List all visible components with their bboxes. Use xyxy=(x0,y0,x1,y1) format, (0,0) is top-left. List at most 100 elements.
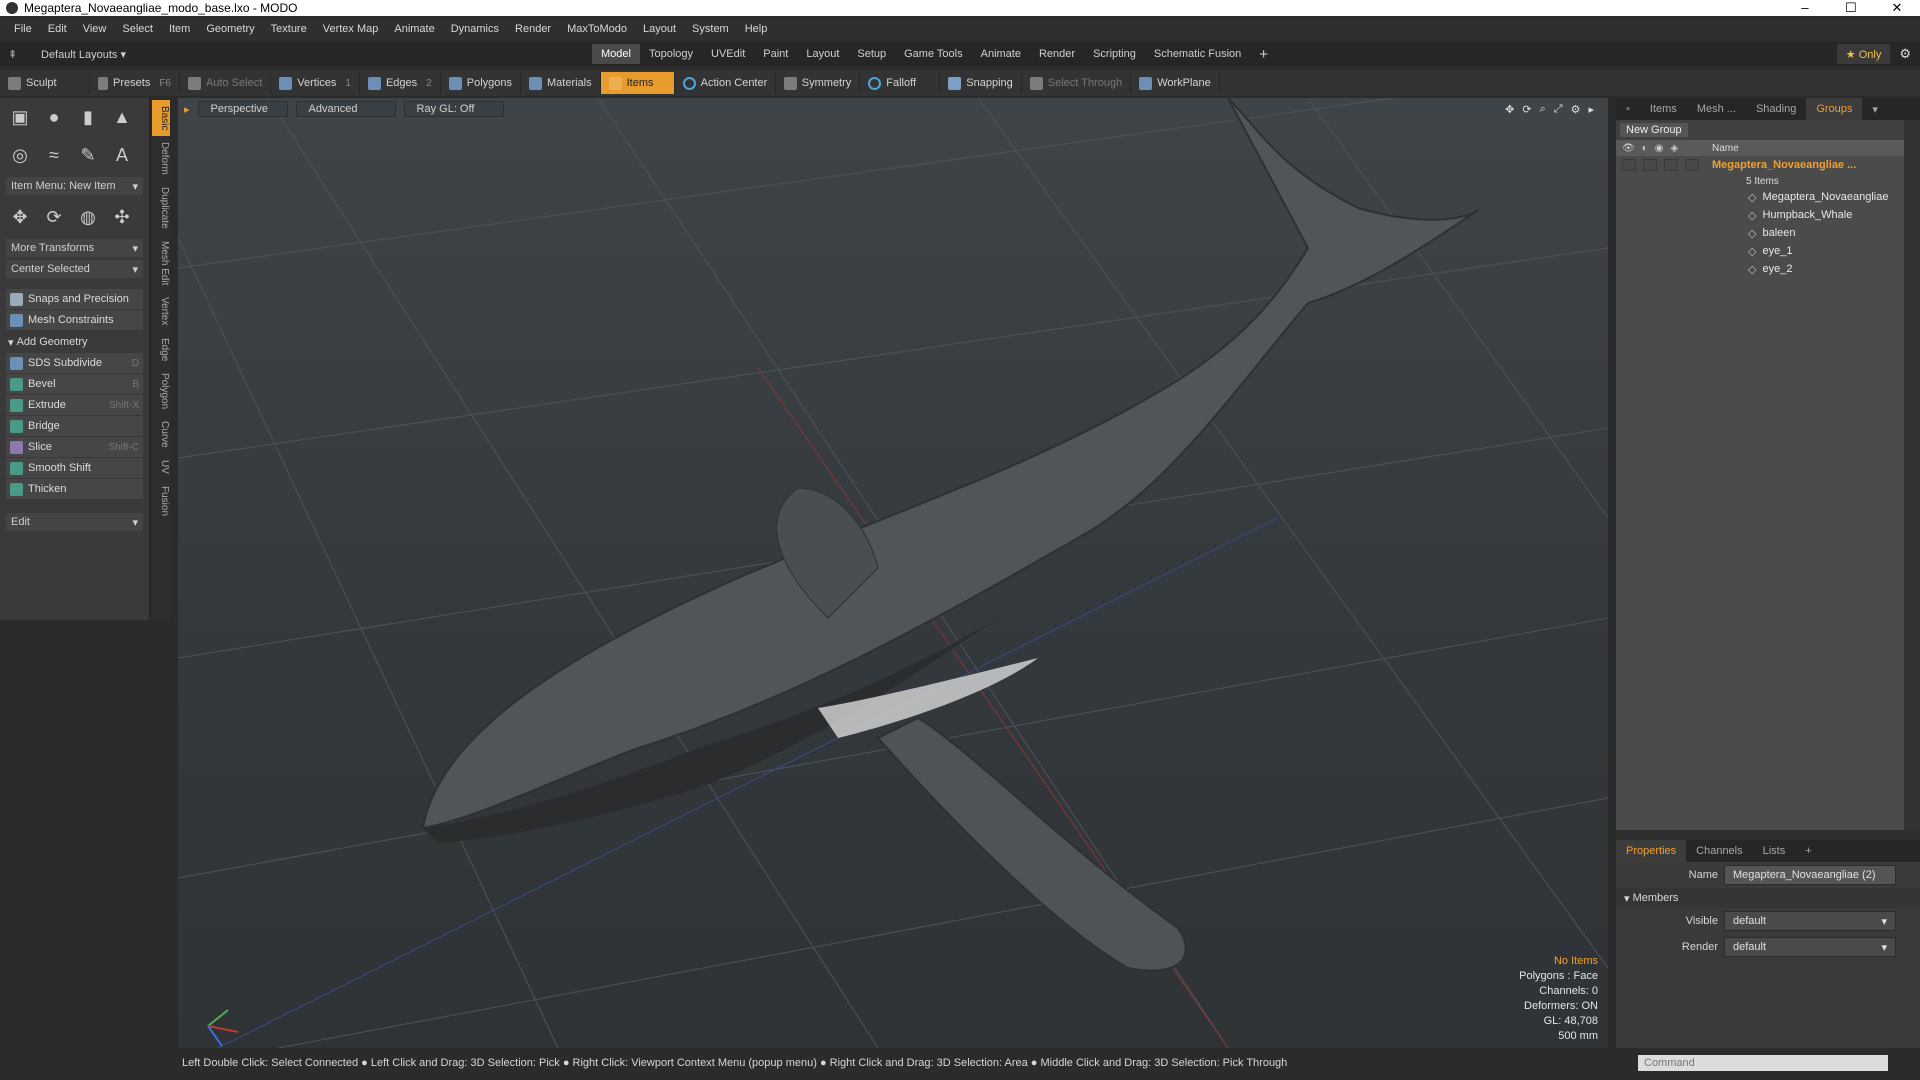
name-field[interactable]: Megaptera_Novaeangliae (2) xyxy=(1724,865,1896,885)
tab-layout[interactable]: Layout xyxy=(797,44,848,64)
menu-texture[interactable]: Texture xyxy=(263,23,315,35)
tab-schematic-fusion[interactable]: Schematic Fusion xyxy=(1145,44,1250,64)
render-dropdown[interactable]: default ▾ xyxy=(1724,937,1896,957)
bridge-button[interactable]: Bridge xyxy=(6,416,143,437)
action-center-button[interactable]: Action Center xyxy=(675,72,777,94)
member-row[interactable]: ◇ Megaptera_Novaeangliae xyxy=(1616,188,1904,206)
menu-dynamics[interactable]: Dynamics xyxy=(443,23,507,35)
member-row[interactable]: ◇ eye_1 xyxy=(1616,242,1904,260)
select-through-button[interactable]: Select Through xyxy=(1022,72,1132,94)
tab-deform[interactable]: Deform xyxy=(152,136,170,181)
cylinder-icon[interactable]: ▮ xyxy=(74,102,102,132)
smooth-shift-button[interactable]: Smooth Shift xyxy=(6,458,143,479)
menu-help[interactable]: Help xyxy=(737,23,776,35)
members-section[interactable]: ▾ Members xyxy=(1616,888,1920,908)
lock-toggle[interactable] xyxy=(1664,159,1678,171)
items-button[interactable]: Items xyxy=(600,72,675,94)
tab-setup[interactable]: Setup xyxy=(848,44,895,64)
vertices-button[interactable]: Vertices 1 xyxy=(271,72,360,94)
tab-vertex[interactable]: Vertex xyxy=(152,291,170,331)
humpback-whale-model[interactable] xyxy=(421,98,1479,972)
visible-dropdown[interactable]: default ▾ xyxy=(1724,911,1896,931)
raygl-dropdown[interactable]: Ray GL: Off xyxy=(403,101,504,117)
name-column-header[interactable]: Name xyxy=(1712,143,1739,154)
menu-edit[interactable]: Edit xyxy=(40,23,75,35)
menu-item[interactable]: Item xyxy=(161,23,198,35)
tab-scripting[interactable]: Scripting xyxy=(1084,44,1145,64)
lock-icon[interactable]: ◉ xyxy=(1655,143,1664,154)
tab-mesh[interactable]: Mesh ... xyxy=(1687,98,1746,120)
perspective-dropdown[interactable]: Perspective xyxy=(197,101,288,117)
advanced-dropdown[interactable]: Advanced xyxy=(295,101,396,117)
polygons-button[interactable]: Polygons xyxy=(441,72,521,94)
menu-layout[interactable]: Layout xyxy=(635,23,684,35)
symmetry-button[interactable]: Symmetry xyxy=(776,72,861,94)
orbit-icon[interactable]: ⟳ xyxy=(1522,103,1531,116)
torus-icon[interactable]: ◎ xyxy=(6,140,34,170)
tab-duplicate[interactable]: Duplicate xyxy=(152,181,170,235)
tab-model[interactable]: Model xyxy=(592,44,640,64)
close-button[interactable]: ✕ xyxy=(1874,0,1920,16)
tab-groups[interactable]: Groups xyxy=(1806,98,1863,120)
menu-geometry[interactable]: Geometry xyxy=(198,23,262,35)
pan-icon[interactable]: ✥ xyxy=(1505,103,1514,116)
menu-file[interactable]: File xyxy=(6,23,40,35)
move-icon[interactable]: ✥ xyxy=(6,202,34,232)
edges-button[interactable]: Edges 2 xyxy=(360,72,441,94)
tab-curve[interactable]: Curve xyxy=(152,415,170,454)
new-group-button[interactable]: New Group xyxy=(1620,123,1688,137)
transform-icon[interactable]: ✣ xyxy=(108,202,136,232)
tab-paint[interactable]: Paint xyxy=(754,44,797,64)
render-toggle[interactable] xyxy=(1643,159,1657,171)
tab-edge[interactable]: Edge xyxy=(152,332,170,367)
item-menu-dropdown[interactable]: Item Menu: New Item ▾ xyxy=(6,177,143,195)
viewport-settings-icon[interactable]: ⚙ xyxy=(1571,103,1581,116)
edit-dropdown[interactable]: Edit ▾ xyxy=(6,513,143,531)
tab-render[interactable]: Render xyxy=(1030,44,1084,64)
only-toggle[interactable]: ★ Only xyxy=(1836,44,1891,64)
tab-uv[interactable]: UV xyxy=(152,454,170,480)
menu-render[interactable]: Render xyxy=(507,23,559,35)
member-row[interactable]: ◇ baleen xyxy=(1616,224,1904,242)
member-row[interactable]: ◇ Humpback_Whale xyxy=(1616,206,1904,224)
maximize-button[interactable]: ☐ xyxy=(1828,0,1874,16)
mesh-constraints-button[interactable]: Mesh Constraints xyxy=(6,310,143,331)
eye-icon[interactable]: 👁 xyxy=(1622,143,1635,154)
pen-icon[interactable]: ✎ xyxy=(74,140,102,170)
snaps-precision-button[interactable]: Snaps and Precision xyxy=(6,289,143,310)
falloff-button[interactable]: Falloff xyxy=(860,72,941,94)
menu-system[interactable]: System xyxy=(684,23,737,35)
slice-button[interactable]: Slice Shift-C xyxy=(6,437,143,458)
tab-topology[interactable]: Topology xyxy=(640,44,702,64)
tabs-dropdown-icon[interactable]: ▾ xyxy=(1862,98,1888,120)
text-icon[interactable]: A xyxy=(108,140,136,170)
tab-animate[interactable]: Animate xyxy=(972,44,1030,64)
member-row[interactable]: ◇ eye_2 xyxy=(1616,260,1904,278)
tab-properties[interactable]: Properties xyxy=(1616,840,1687,862)
add-tab-button[interactable]: + xyxy=(1250,44,1277,64)
tab-shading[interactable]: Shading xyxy=(1746,98,1806,120)
presets-button[interactable]: Presets F6 xyxy=(90,72,180,94)
visible-toggle[interactable] xyxy=(1622,159,1636,171)
thicken-button[interactable]: Thicken xyxy=(6,479,143,500)
cube-icon[interactable]: ▣ xyxy=(6,102,34,132)
minimize-button[interactable]: – xyxy=(1782,0,1828,16)
bevel-button[interactable]: Bevel B xyxy=(6,374,143,395)
tab-items[interactable]: Items xyxy=(1640,98,1687,120)
tab-channels[interactable]: Channels xyxy=(1686,840,1752,862)
sds-subdivide-button[interactable]: SDS Subdivide D xyxy=(6,353,143,374)
tab-mesh-edit[interactable]: Mesh Edit xyxy=(152,235,170,291)
command-input[interactable]: Command xyxy=(1638,1055,1888,1071)
materials-button[interactable]: Materials xyxy=(521,72,601,94)
default-layouts-dropdown[interactable]: Default Layouts ▾ xyxy=(32,44,592,64)
group-row[interactable]: Megaptera_Novaeangliae ... xyxy=(1616,156,1904,174)
3d-viewport[interactable]: ▸ Perspective Advanced Ray GL: Off ✥ ⟳ ⌕… xyxy=(178,98,1608,1048)
rotate-icon[interactable]: ⟳ xyxy=(40,202,68,232)
gear-icon[interactable]: ⚙ xyxy=(1890,44,1920,64)
tube-icon[interactable]: ≈ xyxy=(40,140,68,170)
menu-maxtomodo[interactable]: MaxToModo xyxy=(559,23,635,35)
scale-icon[interactable]: ◍ xyxy=(74,202,102,232)
tab-basic[interactable]: Basic xyxy=(152,100,170,137)
menu-vertex-map[interactable]: Vertex Map xyxy=(315,23,387,35)
tab-game-tools[interactable]: Game Tools xyxy=(895,44,972,64)
